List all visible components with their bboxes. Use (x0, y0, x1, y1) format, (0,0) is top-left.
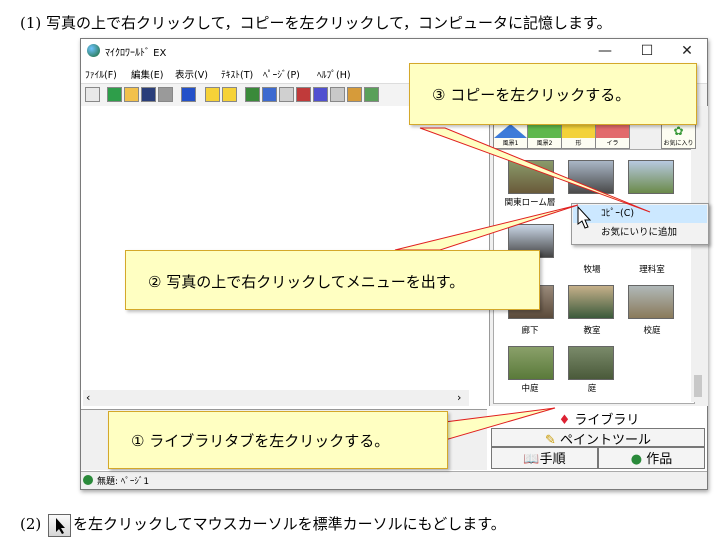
callout-copy: ③ コピーを左クリックする。 (409, 63, 697, 125)
step2-prefix: (2) (20, 515, 42, 533)
step2-text: (2) を左クリックしてマウスカーソルを標準カーソルにもどします。 (20, 513, 506, 537)
pointer-2 (394, 204, 579, 251)
step2-body: を左クリックしてマウスカーソルを標準カーソルにもどします。 (73, 515, 506, 533)
mouse-cursor-icon (577, 205, 592, 229)
pointer-arrow-icon (48, 513, 72, 537)
callout-library-tab: ① ライブラリタブを左クリックする。 (108, 411, 448, 469)
pointer-1 (444, 407, 556, 441)
callout-right-click: ② 写真の上で右クリックしてメニューを出す。 (125, 250, 540, 310)
pointer-3 (419, 127, 651, 213)
